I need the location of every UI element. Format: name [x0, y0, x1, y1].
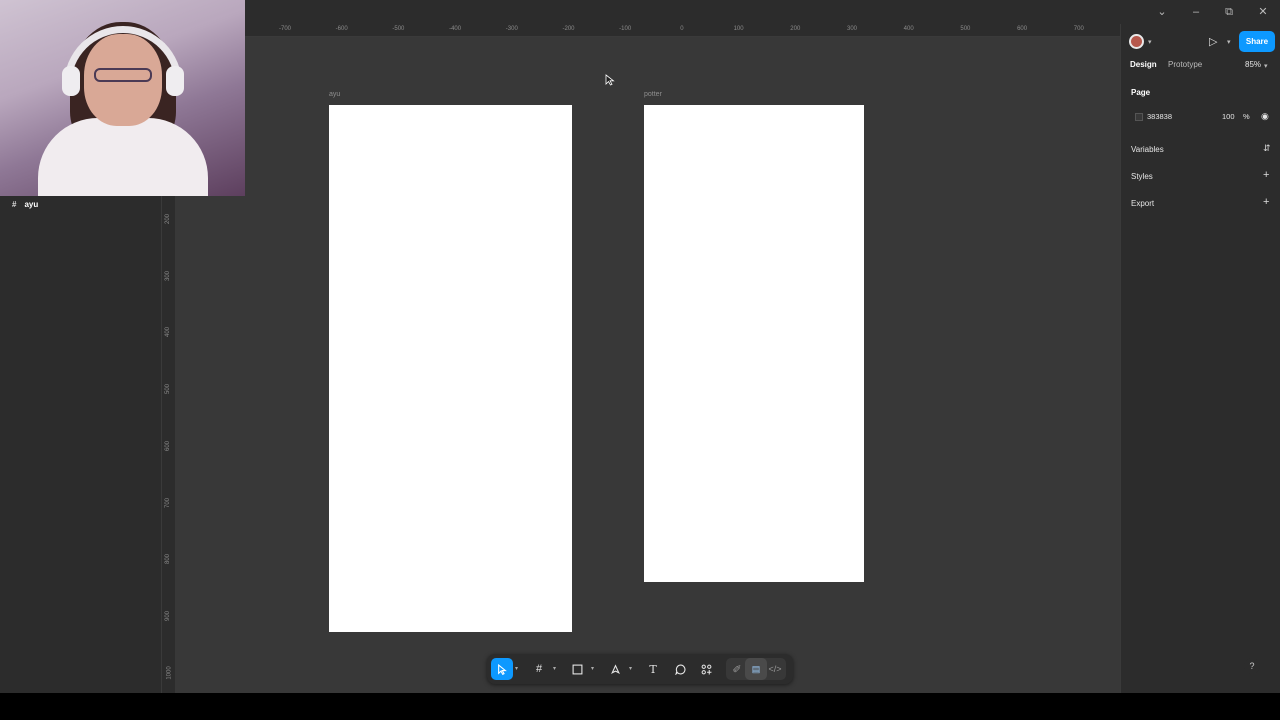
ruler-tick-label: 0 [680, 26, 684, 32]
page-section-title: Page [1131, 88, 1151, 97]
chevron-down-icon[interactable]: ▾ [1148, 38, 1152, 46]
ruler-tick-label: -300 [505, 26, 518, 32]
frame-potter[interactable] [644, 105, 864, 582]
ruler-tick-label: 400 [165, 327, 172, 338]
page-opacity[interactable]: 100 [1222, 112, 1235, 121]
webcam-ear-cup-right [166, 66, 184, 96]
avatar[interactable] [1129, 34, 1144, 49]
webcam-ear-cup-left [62, 66, 80, 96]
chevron-down-icon[interactable]: ▾ [553, 665, 556, 672]
comment-tool-icon[interactable] [669, 658, 691, 680]
chevron-down-icon[interactable]: ▾ [1227, 38, 1231, 46]
layer-label: ayu [24, 199, 39, 209]
frame-label-potter[interactable]: potter [644, 91, 662, 98]
bottom-toolbar: ▾ # ▾ ▾ ▾ T ✐ ▤ </> [487, 654, 793, 684]
ruler-tick-label: 500 [165, 384, 172, 395]
ruler-tick-label: 900 [165, 610, 172, 621]
text-tool-icon[interactable]: T [642, 658, 664, 680]
ruler-tick-label: 200 [790, 26, 801, 32]
dev-mode-icon[interactable]: </> [764, 658, 786, 680]
add-export-plus-icon[interactable]: + [1263, 196, 1269, 208]
top-ruler: -700 -600 -500 -400 -300 -200 -100 0 100 200 300 40… [245, 24, 1120, 37]
frame-ayu[interactable] [329, 105, 572, 632]
ruler-tick-label: -200 [562, 26, 575, 32]
add-style-plus-icon[interactable]: + [1263, 169, 1269, 181]
ruler-tick-label: 700 [165, 497, 172, 508]
mode-switcher: ✐ ▤ </> [726, 658, 786, 680]
chevron-down-icon[interactable]: ▾ [591, 665, 594, 672]
page-color-hex[interactable]: 383838 [1147, 112, 1172, 121]
ruler-tick-label: -400 [449, 26, 462, 32]
tab-prototype[interactable]: Prototype [1168, 60, 1202, 69]
webcam-headset [64, 26, 182, 86]
styles-section[interactable]: Styles [1131, 172, 1153, 181]
ruler-tick-label: 500 [960, 26, 971, 32]
eye-icon[interactable]: ◉ [1261, 111, 1269, 122]
frame-tool-icon[interactable]: # [528, 658, 550, 680]
ruler-tick-label: 700 [1073, 26, 1084, 32]
taskbar-area [0, 693, 1280, 720]
chevron-down-icon[interactable]: ▾ [515, 665, 518, 672]
ruler-tick-label: 200 [165, 213, 172, 225]
minimize-icon[interactable]: – [1188, 4, 1204, 20]
layer-item-ayu[interactable]: # ayu [0, 197, 161, 211]
ruler-tick-label: 1000 [166, 665, 173, 680]
rectangle-tool-icon[interactable] [566, 658, 588, 680]
ruler-tick-label: 100 [733, 26, 744, 32]
ruler-tick-label: 800 [165, 554, 172, 565]
ruler-tick-label: 600 [165, 440, 172, 451]
export-section[interactable]: Export [1131, 199, 1154, 208]
ruler-tick-label: 300 [165, 270, 172, 281]
webcam-hoodie [38, 118, 208, 196]
chevron-down-icon[interactable]: ▾ [629, 665, 632, 672]
tab-design[interactable]: Design [1130, 60, 1157, 69]
ruler-tick-label: -600 [335, 26, 348, 32]
present-play-icon[interactable]: ▷ [1209, 35, 1217, 48]
move-tool-icon[interactable] [491, 658, 513, 680]
page-color-swatch[interactable] [1135, 113, 1143, 121]
ruler-tick-label: 400 [903, 26, 914, 32]
chevron-down-icon[interactable]: ▾ [1264, 62, 1268, 70]
ruler-tick-label: -500 [392, 26, 405, 32]
help-button[interactable]: ? [1244, 658, 1260, 674]
zoom-level[interactable]: 85% [1245, 60, 1261, 69]
close-icon[interactable]: ✕ [1255, 4, 1271, 20]
ruler-tick-label: -700 [278, 26, 292, 32]
variables-section[interactable]: Variables [1131, 145, 1164, 154]
cursor-arrow-icon [605, 74, 615, 86]
layers-panel [0, 196, 161, 693]
webcam-overlay [0, 0, 245, 196]
ruler-tick-label: -100 [619, 26, 632, 32]
share-button[interactable]: Share [1239, 31, 1275, 52]
left-ruler: 200 300 400 500 600 700 800 900 1000 [161, 196, 175, 693]
properties-panel: ▾ ▷ ▾ Share Design Prototype 85% ▾ Page … [1120, 24, 1280, 693]
frame-label-ayu[interactable]: ayu [329, 91, 340, 98]
actions-tool-icon[interactable] [695, 658, 717, 680]
variables-settings-icon[interactable]: ⇵ [1263, 143, 1271, 154]
ruler-tick-label: 600 [1017, 26, 1028, 32]
chevron-down-icon[interactable]: ⌄ [1154, 4, 1170, 20]
pen-tool-icon[interactable] [604, 658, 626, 680]
ruler-tick-label: 300 [846, 26, 858, 32]
page-opacity-unit: % [1243, 112, 1250, 121]
frame-icon: # [12, 199, 17, 209]
restore-icon[interactable]: ⧉ [1221, 4, 1237, 20]
